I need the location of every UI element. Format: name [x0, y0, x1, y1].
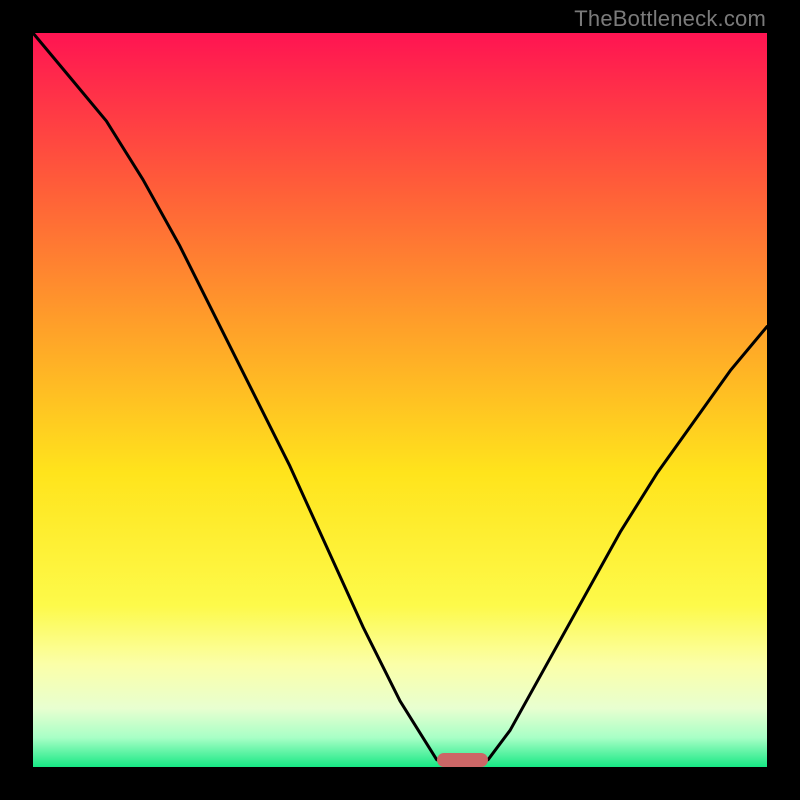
bottleneck-curve	[33, 33, 767, 767]
optimum-marker	[437, 753, 488, 767]
watermark-text: TheBottleneck.com	[574, 6, 766, 32]
plot-area	[33, 33, 767, 767]
chart-frame: TheBottleneck.com	[0, 0, 800, 800]
